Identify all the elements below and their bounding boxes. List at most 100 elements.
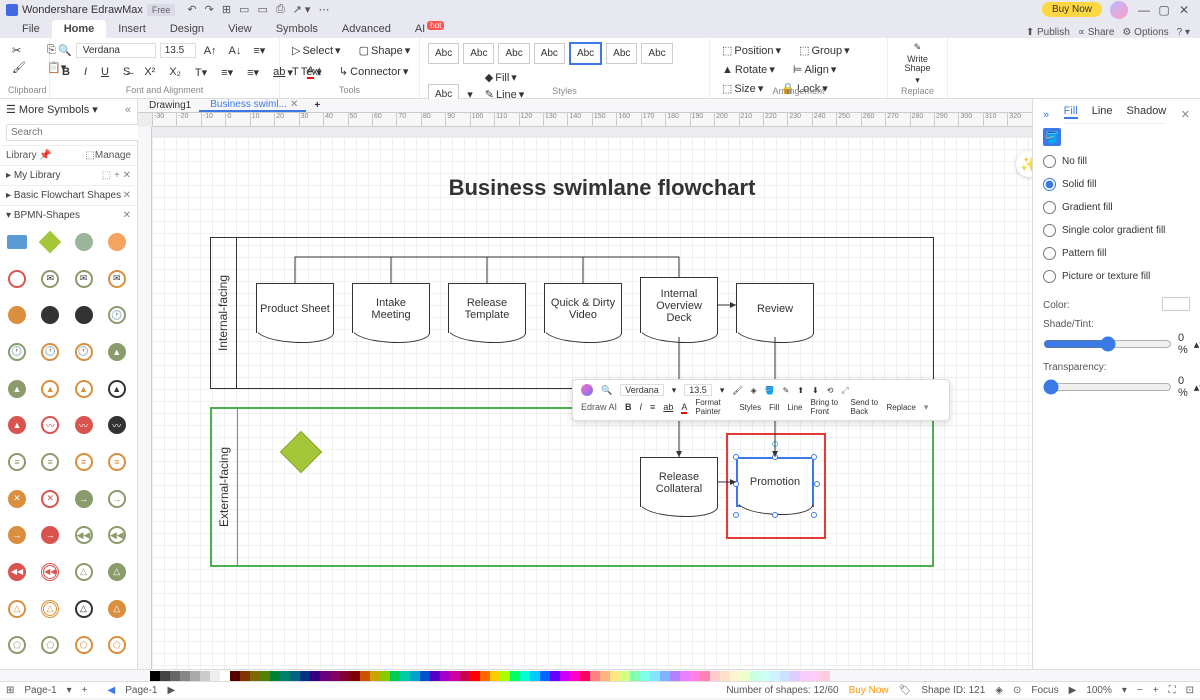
float-line-button[interactable]: ✎ [783, 386, 790, 395]
shapes-palette[interactable]: ✉ ✉ ✉ 🕐 🕐 🕐 🕐 ▲ ▲ ▲ ▲ ▲ ▲ 〰 〰 〰 ≡ ≡ ≡ ≡ … [0, 225, 137, 669]
menu-home[interactable]: Home [52, 20, 107, 38]
trans-stepper[interactable]: ▴▾ [1194, 381, 1200, 394]
color-swatch[interactable] [740, 671, 750, 681]
color-swatch[interactable] [180, 671, 190, 681]
brush-icon[interactable]: 🖌 [8, 59, 30, 76]
float-align-icon[interactable]: ≡ [650, 402, 655, 412]
color-swatch[interactable] [660, 671, 670, 681]
opt-pattern[interactable] [1043, 247, 1056, 260]
trans-slider[interactable] [1043, 379, 1172, 395]
color-swatch[interactable] [760, 671, 770, 681]
new-icon[interactable]: ⊞ [222, 3, 231, 16]
fill-menu[interactable]: ◆ Fill▾ [481, 69, 549, 86]
color-swatch[interactable] [730, 671, 740, 681]
more-symbols[interactable]: ☰ More Symbols ▾ [6, 103, 98, 116]
close-section-icon[interactable]: ✕ [123, 190, 131, 201]
text-tool[interactable]: T Text [288, 63, 325, 80]
sb-page2[interactable]: Page-1 [125, 685, 157, 696]
shape-tool[interactable]: ▢ Shape▾ [355, 42, 415, 59]
float-search-icon[interactable]: 🔍 [601, 385, 612, 396]
color-swatch[interactable] [580, 671, 590, 681]
doctab-1[interactable]: Drawing1 [138, 100, 199, 111]
format-painter-button[interactable]: 🖌 [732, 386, 742, 395]
color-swatch[interactable] [490, 671, 500, 681]
menu-insert[interactable]: Insert [106, 20, 158, 38]
fill-bucket-icon[interactable]: 🪣 [1043, 128, 1061, 146]
mylibrary-section[interactable]: ▸ My Library [6, 170, 61, 181]
section-basic[interactable]: ▸ Basic Flowchart Shapes [6, 190, 121, 201]
grow-font-icon[interactable]: A↑ [200, 43, 221, 59]
color-swatch[interactable] [200, 671, 210, 681]
align-ribbon-menu[interactable]: ⊨ Align▾ [789, 61, 841, 78]
superscript-icon[interactable]: X² [140, 64, 159, 80]
float-fontcolor-icon[interactable]: A [681, 402, 687, 412]
sb-focus[interactable]: Focus [1031, 685, 1058, 696]
float-more-icon[interactable]: ▾ [924, 402, 929, 413]
color-swatch[interactable] [430, 671, 440, 681]
color-swatch[interactable] [230, 671, 240, 681]
more-icon[interactable]: ⋯ [318, 3, 329, 16]
sb-page[interactable]: Page-1 [24, 685, 56, 696]
color-swatch[interactable] [470, 671, 480, 681]
color-swatch[interactable] [540, 671, 550, 681]
shape-quick-dirty[interactable]: Quick & Dirty Video [544, 283, 622, 333]
sb-fit-icon[interactable]: ⛶ [1169, 685, 1176, 696]
indent-icon[interactable]: ≡▾ [243, 64, 263, 81]
menu-advanced[interactable]: Advanced [330, 20, 403, 38]
connector-tool[interactable]: ↳ Connector▾ [335, 63, 413, 80]
color-swatch[interactable] [530, 671, 540, 681]
color-swatch[interactable] [300, 671, 310, 681]
close-bpmn-icon[interactable]: ✕ [123, 210, 131, 221]
color-swatch[interactable] [590, 671, 600, 681]
color-swatch[interactable] [320, 671, 330, 681]
opt-gradient[interactable] [1043, 201, 1056, 214]
shape-release-template[interactable]: Release Template [448, 283, 526, 333]
shape-promotion[interactable]: Promotion [736, 457, 814, 507]
color-swatch[interactable] [670, 671, 680, 681]
opt-picture[interactable] [1043, 270, 1056, 283]
bring-front-button[interactable]: ⬆ [797, 386, 804, 395]
floating-toolbar[interactable]: 🔍 Verdana▾ 13.5▾ 🖌 ◈ 🪣 ✎ ⬆ ⬇ ⟲ ⤢ Edraw A… [572, 379, 950, 421]
color-swatch[interactable] [360, 671, 370, 681]
print-icon[interactable]: ⎙ [276, 3, 285, 16]
publish-link[interactable]: ⬆ Publish [1026, 27, 1070, 38]
ai-canvas-badge[interactable]: ✨ [1016, 151, 1032, 177]
color-swatch[interactable] [630, 671, 640, 681]
rp-tab-shadow[interactable]: Shadow [1127, 105, 1167, 119]
float-size-select[interactable]: 13.5 [684, 384, 712, 396]
sb-layers-icon[interactable]: ◈ [995, 685, 1003, 696]
menu-ai[interactable]: AIhot [403, 20, 457, 38]
italic-icon[interactable]: I [80, 64, 91, 80]
color-swatch[interactable] [280, 671, 290, 681]
color-swatch[interactable] [190, 671, 200, 681]
color-swatch[interactable] [240, 671, 250, 681]
send-back-button[interactable]: ⬇ [812, 386, 819, 395]
decision-diamond[interactable] [286, 437, 316, 467]
style-preset-6[interactable]: Abc [606, 43, 637, 64]
color-swatch[interactable] [790, 671, 800, 681]
color-swatch[interactable] [560, 671, 570, 681]
color-swatch[interactable] [700, 671, 710, 681]
color-swatch[interactable] [520, 671, 530, 681]
color-swatch[interactable] [680, 671, 690, 681]
color-swatch[interactable] [750, 671, 760, 681]
color-swatch[interactable] [400, 671, 410, 681]
canvas-page[interactable]: Business swimlane flowchart Internal-fac… [152, 137, 1032, 669]
save-icon[interactable]: ▭ [257, 3, 267, 16]
style-preset-5[interactable]: Abc [569, 42, 602, 65]
search-font-icon[interactable]: 🔍 [58, 44, 72, 57]
color-swatch[interactable] [310, 671, 320, 681]
sb-fullscreen-icon[interactable]: ⊡ [1186, 685, 1194, 696]
float-replace-button[interactable]: ⟲ [827, 386, 834, 395]
shape-review[interactable]: Review [736, 283, 814, 333]
underline-icon[interactable]: U [97, 64, 113, 80]
bold-icon[interactable]: B [58, 64, 74, 80]
export-icon[interactable]: ↗ ▾ [293, 3, 311, 16]
subscript-icon[interactable]: X₂ [165, 64, 185, 80]
menu-symbols[interactable]: Symbols [264, 20, 330, 38]
shade-stepper[interactable]: ▴▾ [1194, 338, 1200, 351]
style-preset-4[interactable]: Abc [534, 43, 565, 64]
color-swatch[interactable] [600, 671, 610, 681]
color-swatch[interactable] [650, 671, 660, 681]
shape-intake-meeting[interactable]: Intake Meeting [352, 283, 430, 333]
